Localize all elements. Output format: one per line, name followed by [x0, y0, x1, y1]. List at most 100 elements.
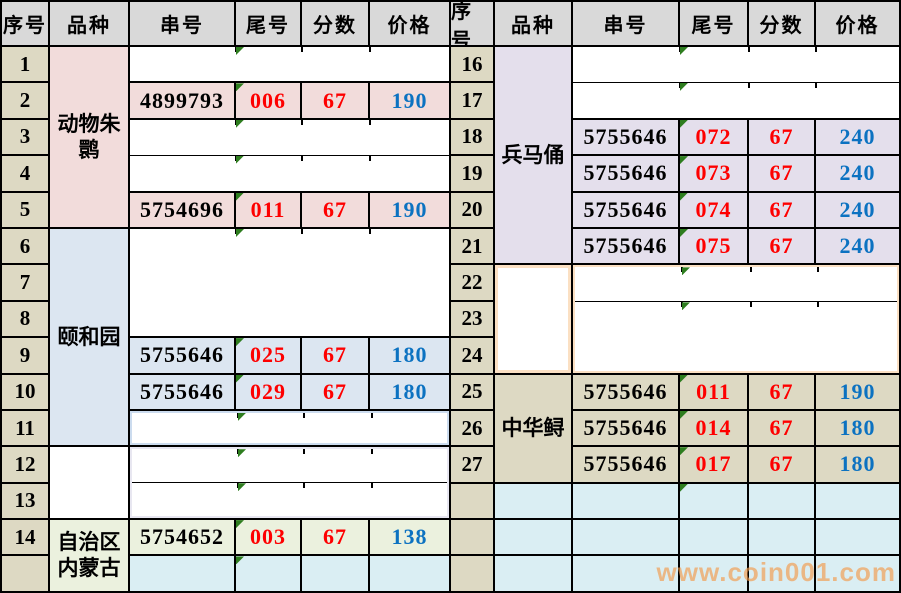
empty-strip-row: [573, 82, 899, 118]
header-cell: 串号: [573, 2, 678, 45]
serial-cell: 5755646: [573, 411, 678, 445]
empty-strip: [130, 120, 449, 191]
tail-cell: 074: [680, 193, 747, 227]
variety-cell-empty: [495, 556, 571, 590]
variety-cell: [50, 447, 128, 518]
index-cell: 24: [451, 338, 493, 372]
price-cell-empty: [370, 556, 449, 590]
score-cell: 67: [302, 83, 368, 117]
error-triangle-icon: [236, 338, 244, 346]
error-triangle-icon: [238, 483, 246, 491]
grid-tick: [301, 120, 303, 125]
score-cell: 67: [749, 229, 814, 263]
serial-cell: 5755646: [130, 375, 234, 409]
tail-cell: 006: [236, 83, 300, 117]
error-triangle-icon: [236, 375, 244, 383]
table-right: 序号品种串号尾号分数价格161718192021222324252627兵马俑中…: [450, 0, 901, 593]
grid-tick: [301, 156, 303, 161]
score-cell-empty: [302, 556, 368, 590]
index-cell: 6: [2, 229, 48, 263]
variety-cell-empty: [495, 520, 571, 554]
index-cell: 25: [451, 375, 493, 409]
grid-tick: [371, 413, 373, 418]
grid-tick: [369, 156, 371, 161]
error-triangle-icon: [236, 83, 244, 91]
grid-tick: [371, 483, 373, 488]
grid-tick: [815, 83, 817, 88]
error-triangle-icon: [238, 413, 246, 421]
error-triangle-icon: [236, 193, 244, 201]
empty-strip-row: [573, 47, 899, 82]
empty-strip-row: [130, 47, 449, 81]
serial-cell-empty: [130, 556, 234, 590]
variety-cell: 颐和园: [50, 229, 128, 445]
index-cell: 3: [2, 120, 48, 154]
table-left: 序号品种串号尾号分数价格1234567891011121314动物朱 鹮颐和园自…: [0, 0, 450, 593]
index-cell: 10: [2, 375, 48, 409]
empty-strip-row: [575, 301, 897, 370]
price-cell: 180: [816, 447, 899, 481]
tail-cell: 029: [236, 375, 300, 409]
index-cell: 9: [2, 338, 48, 372]
price-cell: 180: [370, 375, 449, 409]
price-cell: 190: [370, 83, 449, 117]
variety-cell: 中华鲟: [495, 375, 571, 482]
index-cell: 8: [2, 302, 48, 336]
score-cell-empty: [749, 484, 814, 518]
header-cell: 品种: [495, 2, 571, 45]
empty-strip-row: [132, 482, 447, 516]
grid-tick: [748, 47, 750, 52]
error-triangle-icon: [680, 47, 688, 55]
index-cell: [451, 556, 493, 590]
header-cell: 序号: [2, 2, 48, 45]
error-triangle-icon: [680, 447, 688, 455]
index-cell: 19: [451, 156, 493, 190]
header-cell: 序号: [451, 2, 493, 45]
index-cell: 22: [451, 265, 493, 299]
grid-tick: [750, 302, 752, 307]
index-cell: 1: [2, 47, 48, 81]
serial-cell-empty: [573, 484, 678, 518]
price-cell-empty: [816, 484, 899, 518]
grid-tick: [817, 267, 819, 272]
score-cell: 67: [749, 120, 814, 154]
price-cell: 240: [816, 193, 899, 227]
error-triangle-icon: [680, 411, 688, 419]
price-cell: 240: [816, 156, 899, 190]
empty-strip-row: [130, 229, 449, 336]
serial-cell: 5755646: [573, 120, 678, 154]
header-cell: 价格: [370, 2, 449, 45]
tail-cell: 003: [236, 520, 300, 554]
tail-cell-empty: [680, 520, 747, 554]
index-cell: 12: [2, 447, 48, 481]
price-cell: 240: [816, 229, 899, 263]
index-cell: [451, 520, 493, 554]
error-triangle-icon: [238, 449, 246, 457]
tail-cell-empty: [236, 556, 300, 590]
score-cell: 67: [302, 375, 368, 409]
serial-cell: 5755646: [573, 193, 678, 227]
error-triangle-icon: [680, 484, 688, 492]
variety-cell: [495, 265, 571, 372]
score-cell: 67: [749, 193, 814, 227]
grid-tick: [369, 120, 371, 125]
index-cell: 21: [451, 229, 493, 263]
grid-tick: [371, 449, 373, 454]
empty-strip: [130, 411, 449, 445]
header-cell: 品种: [50, 2, 128, 45]
index-cell: [451, 484, 493, 518]
score-cell: 67: [749, 156, 814, 190]
grid-tick: [301, 47, 303, 52]
header-cell: 分数: [302, 2, 368, 45]
empty-strip: [130, 47, 449, 81]
serial-cell: 5754652: [130, 520, 234, 554]
error-triangle-icon: [236, 47, 244, 55]
serial-cell: 5754696: [130, 193, 234, 227]
watermark: www.coin001.com: [657, 557, 896, 588]
serial-cell: 4899793: [130, 83, 234, 117]
price-cell: 190: [816, 375, 899, 409]
score-cell: 67: [302, 193, 368, 227]
index-cell: 16: [451, 47, 493, 81]
serial-cell: 5755646: [573, 375, 678, 409]
price-table-page: 序号品种串号尾号分数价格1234567891011121314动物朱 鹮颐和园自…: [0, 0, 901, 593]
